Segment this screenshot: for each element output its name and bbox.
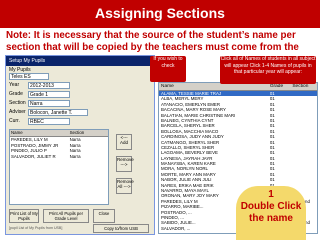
window-title: Setup My Pupils (6, 56, 154, 66)
print-list-button[interactable]: Print List of My Pupils (9, 209, 39, 223)
print-all-button[interactable]: Print All Pupils per Grade Level (43, 209, 89, 223)
adviser-field[interactable]: Bolocon, Janette T. (28, 109, 88, 116)
adviser-label: Adviser (9, 109, 26, 115)
left-pupil-list[interactable]: Name Section PAREDES, LILY M Narra POSTRA… (9, 129, 109, 205)
right-list-header: Name Grade Section (159, 83, 317, 91)
curr-select[interactable]: RBEC (28, 118, 70, 125)
copy-usb-button[interactable]: Copy to/from USB (93, 224, 149, 233)
right-header-name: Name (161, 84, 174, 89)
window-footer: [pupil List of My Pupils from USB] (9, 226, 63, 230)
check-callout: If you wish to check (150, 56, 186, 82)
section-label: Section (9, 100, 26, 106)
setup-window: Setup My Pupils My Pupils Teles ES Year … (5, 55, 155, 235)
add-button[interactable]: <--- Add (116, 134, 132, 150)
year-label: Year (9, 82, 20, 88)
double-click-text: Double Click the name (240, 201, 302, 224)
grade-select[interactable]: Grade 1 (28, 91, 70, 98)
close-button[interactable]: Close (93, 209, 115, 223)
grade-label: Grade (9, 91, 23, 97)
left-list-header: Name Section (10, 130, 108, 137)
right-header-grade: Grade (269, 84, 284, 89)
remove-button[interactable]: Remove ---> (116, 156, 134, 172)
double-click-number: 1 (268, 189, 274, 200)
section-select[interactable]: Narra (28, 100, 70, 107)
left-list-header-section: Section (69, 130, 85, 135)
list-item-section: Narra (69, 153, 81, 159)
right-header-section: Section (292, 84, 309, 89)
list-item[interactable]: SALVADOR, JULIET R Narra (10, 154, 108, 160)
double-click-callout: 1 Double Click the name (236, 186, 306, 240)
year-select[interactable]: 2012-2013 (28, 82, 70, 89)
left-list-header-name: Name (11, 130, 23, 135)
slide-title: Assigning Sections (95, 5, 225, 21)
school-field[interactable]: Teles ES (9, 73, 49, 80)
slide-title-bar: Assigning Sections (0, 0, 320, 28)
curr-label: Curr. (9, 118, 20, 124)
instruction-callout: Click all of Names of students in all su… (220, 56, 316, 84)
remove-all-button[interactable]: Remove All ---> (116, 178, 134, 194)
list-item-name: SALVADOR, JULIET R (11, 153, 56, 159)
